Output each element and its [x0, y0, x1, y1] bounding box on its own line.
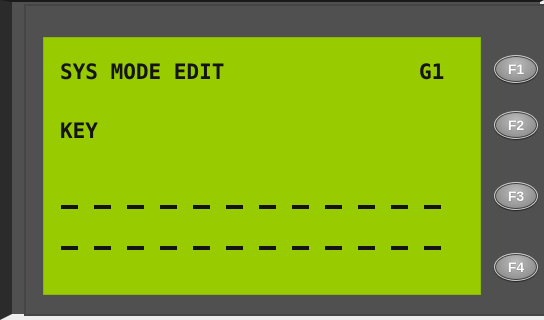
mode-title: SYS MODE EDIT [60, 60, 225, 84]
device-panel: SYS MODE EDIT G1 KEY F1 F2 F3 F4 [0, 0, 544, 320]
lcd-screen: SYS MODE EDIT G1 KEY [43, 37, 481, 295]
group-indicator: G1 [419, 60, 445, 84]
f1-button[interactable]: F1 [494, 55, 538, 83]
key-label: KEY [60, 119, 98, 143]
f3-button[interactable]: F3 [494, 182, 538, 210]
entry-field-row-1 [61, 205, 443, 209]
f2-button[interactable]: F2 [494, 111, 538, 139]
f4-button[interactable]: F4 [494, 253, 538, 281]
entry-field-row-2 [61, 246, 443, 250]
